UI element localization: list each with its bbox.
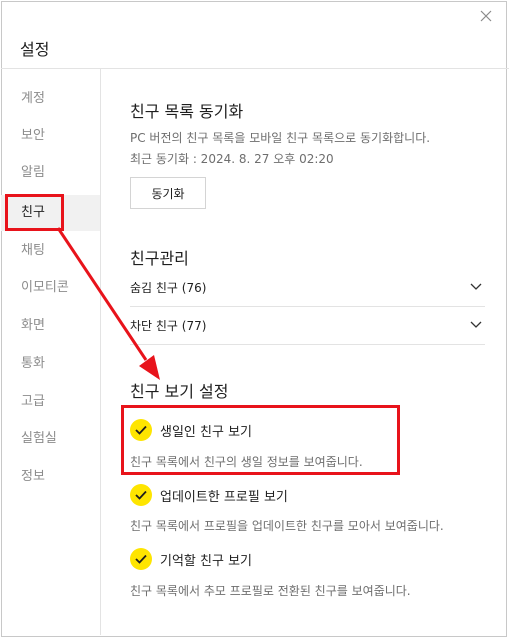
annotation-arrow [56,227,160,380]
